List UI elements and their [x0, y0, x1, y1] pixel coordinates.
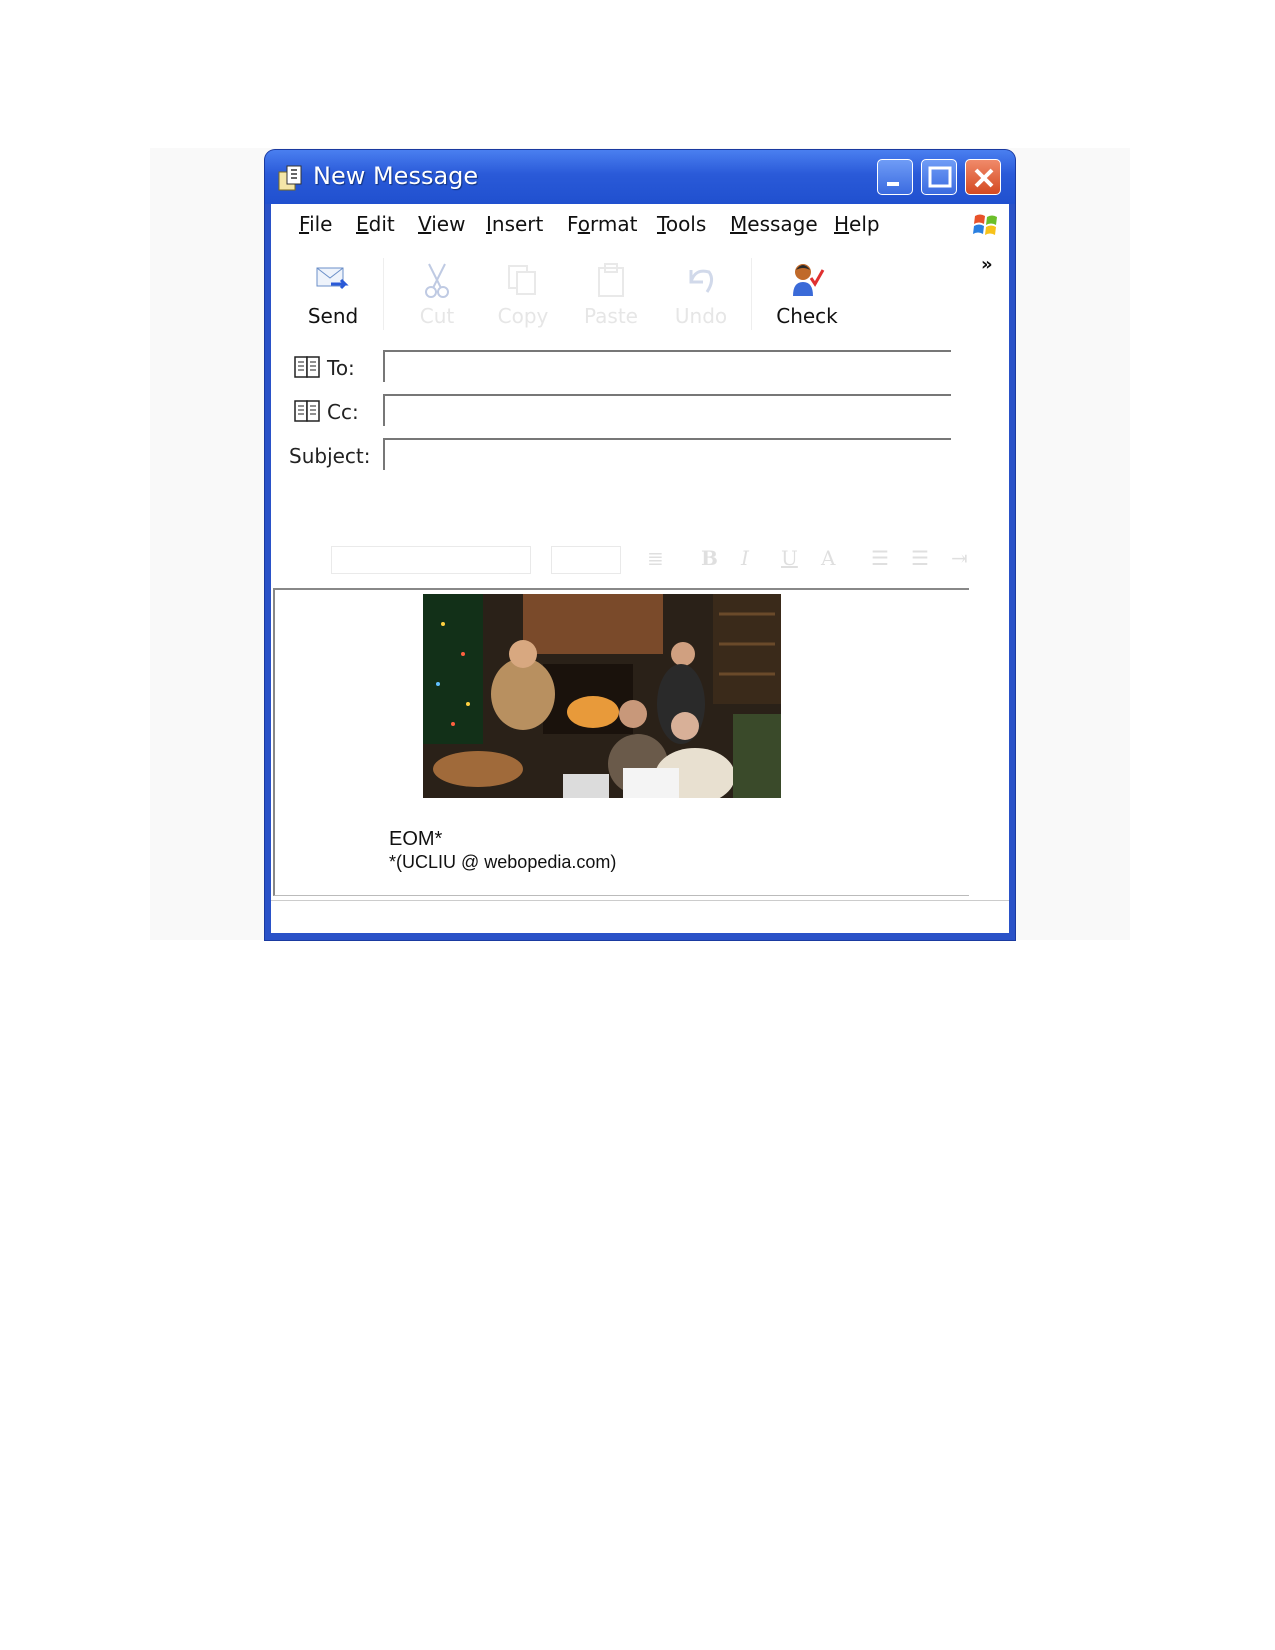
window-client: File Edit View Insert Format Tools Messa… [271, 204, 1009, 933]
paste-icon [598, 263, 624, 297]
check-label: Check [776, 304, 838, 328]
send-button[interactable]: Send [293, 248, 373, 338]
check-names-icon [793, 264, 825, 296]
status-bar [271, 900, 1009, 933]
menu-message[interactable]: Message [730, 212, 818, 236]
menu-edit[interactable]: Edit [356, 212, 395, 236]
signature-text: *(UCLIU @ webopedia.com) [389, 852, 617, 872]
undo-button[interactable]: Undo [661, 248, 741, 338]
cc-field[interactable] [383, 394, 951, 426]
copy-icon [508, 265, 536, 295]
window-title: New Message [313, 162, 479, 190]
menu-insert[interactable]: Insert [486, 212, 543, 236]
bold-icon[interactable]: B [701, 546, 718, 570]
menu-tools[interactable]: Tools [657, 212, 706, 236]
italic-icon[interactable]: I [741, 546, 749, 570]
toolbar-separator [383, 258, 384, 330]
menu-help[interactable]: Help [834, 212, 880, 236]
to-field[interactable] [383, 350, 951, 382]
maximize-icon [928, 166, 952, 188]
message-window: New Message File Edit View Insert Format… [265, 150, 1015, 940]
address-book-icon[interactable] [293, 354, 323, 380]
copy-label: Copy [497, 304, 549, 328]
minimize-button[interactable] [877, 159, 913, 195]
windows-logo-icon [973, 214, 997, 235]
bullet-list-icon[interactable]: ☰ [911, 546, 929, 570]
send-label: Send [307, 304, 359, 328]
menu-edit-label: Edit [356, 212, 395, 236]
subject-label: Subject: [289, 444, 371, 468]
message-body[interactable]: EOM* *(UCLIU @ webopedia.com) [273, 588, 969, 896]
font-name-select[interactable] [331, 546, 531, 574]
font-size-select[interactable] [551, 546, 621, 574]
formatting-toolbar: ≣ B I U A ☰ ☰ ⇥ [331, 542, 981, 578]
paragraph-style-icon[interactable]: ≣ [647, 546, 664, 570]
cut-label: Cut [419, 304, 455, 328]
address-book-icon[interactable] [293, 398, 323, 424]
menu-file[interactable]: File [299, 212, 332, 236]
menu-file-label: File [299, 212, 333, 236]
menu-format-label: Format [567, 212, 638, 236]
eom-text: EOM* [389, 828, 443, 850]
close-button[interactable] [965, 159, 1001, 195]
cc-label: Cc: [327, 400, 359, 424]
toolbar-separator [751, 258, 752, 330]
minimize-icon [887, 182, 899, 186]
menu-insert-label: Insert [486, 212, 544, 236]
paste-label: Paste [584, 304, 638, 328]
toolbar: Send Cut Copy Paste Undo Check [271, 248, 1009, 344]
indent-icon[interactable]: ⇥ [951, 546, 968, 570]
title-bar[interactable]: New Message [265, 150, 1015, 204]
undo-label: Undo [674, 304, 728, 328]
to-row: To: [271, 350, 1009, 390]
menu-message-label: Message [730, 212, 818, 236]
menu-view[interactable]: View [418, 212, 465, 236]
scissors-icon [425, 263, 449, 298]
to-label: To: [327, 356, 355, 380]
paste-button[interactable]: Paste [571, 248, 651, 338]
embedded-family-photo [423, 594, 781, 798]
menu-help-label: Help [834, 212, 880, 236]
undo-icon [689, 269, 714, 293]
check-button[interactable]: Check [767, 248, 847, 338]
maximize-button[interactable] [921, 159, 957, 195]
underline-icon[interactable]: U [781, 546, 798, 570]
menu-view-label: View [418, 212, 466, 236]
numbered-list-icon[interactable]: ☰ [871, 546, 889, 570]
subject-field[interactable] [383, 438, 951, 470]
menu-tools-label: Tools [657, 212, 707, 236]
subject-row: Subject: [271, 438, 1009, 478]
copy-button[interactable]: Copy [483, 248, 563, 338]
font-color-icon[interactable]: A [821, 546, 835, 570]
cut-button[interactable]: Cut [397, 248, 477, 338]
new-message-icon [278, 165, 302, 191]
cc-row: Cc: [271, 394, 1009, 434]
menu-bar: File Edit View Insert Format Tools Messa… [271, 204, 1009, 244]
send-icon [316, 267, 349, 290]
menu-format[interactable]: Format [567, 212, 638, 236]
close-icon [974, 168, 994, 188]
